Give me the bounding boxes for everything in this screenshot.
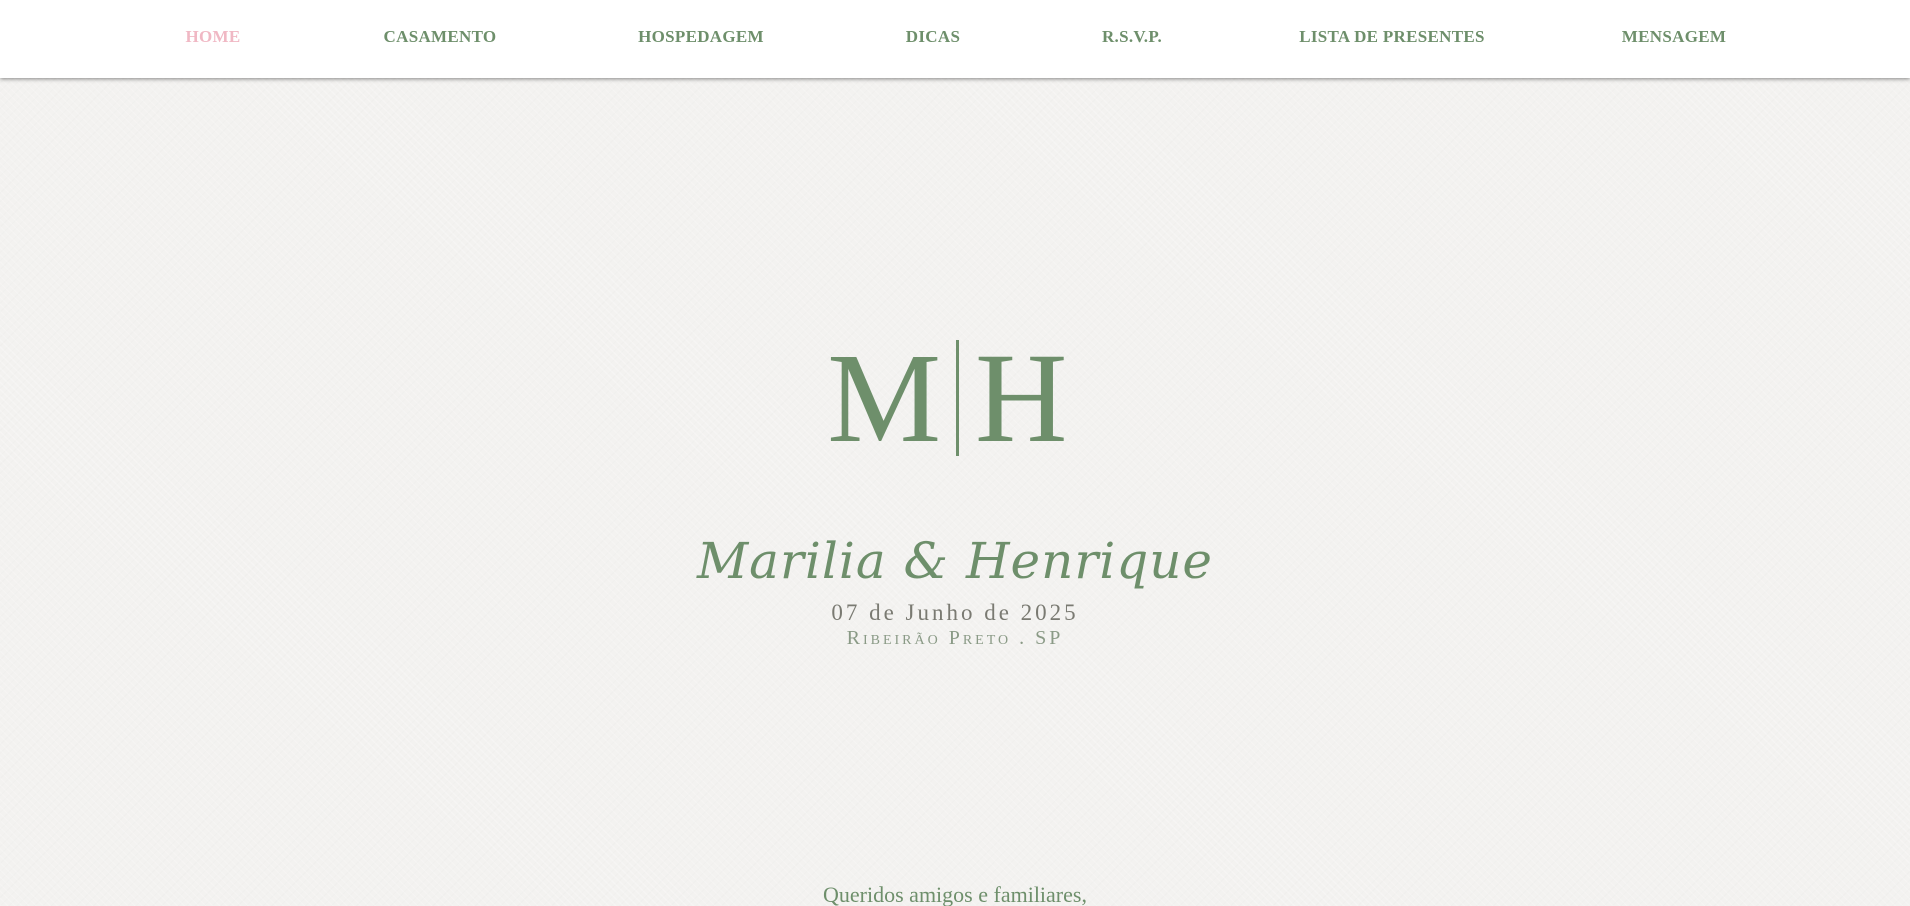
- top-navigation-bar: HOME CASAMENTO HOSPEDAGEM DICAS R.S.V.P.…: [0, 0, 1910, 78]
- nav-item-mensagem[interactable]: MENSAGEM: [1622, 0, 1726, 74]
- message-greeting: Queridos amigos e familiares,: [823, 882, 1087, 906]
- wedding-location: Ribeirão Preto . SP: [846, 627, 1064, 649]
- nav-item-lista-de-presentes[interactable]: LISTA DE PRESENTES: [1299, 0, 1485, 74]
- monogram-letter-left: M: [827, 327, 941, 469]
- nav-item-hospedagem[interactable]: HOSPEDAGEM: [638, 0, 764, 74]
- monogram-logo: M H: [0, 327, 1910, 469]
- nav-item-dicas[interactable]: DICAS: [906, 0, 960, 74]
- nav-item-home[interactable]: HOME: [185, 0, 240, 74]
- nav-item-rsvp[interactable]: R.S.V.P.: [1102, 0, 1162, 74]
- monogram-letter-right: H: [975, 327, 1068, 469]
- couple-names: Marilia & Henrique: [696, 532, 1214, 590]
- nav-item-casamento[interactable]: CASAMENTO: [384, 0, 497, 74]
- monogram-divider: [956, 340, 959, 456]
